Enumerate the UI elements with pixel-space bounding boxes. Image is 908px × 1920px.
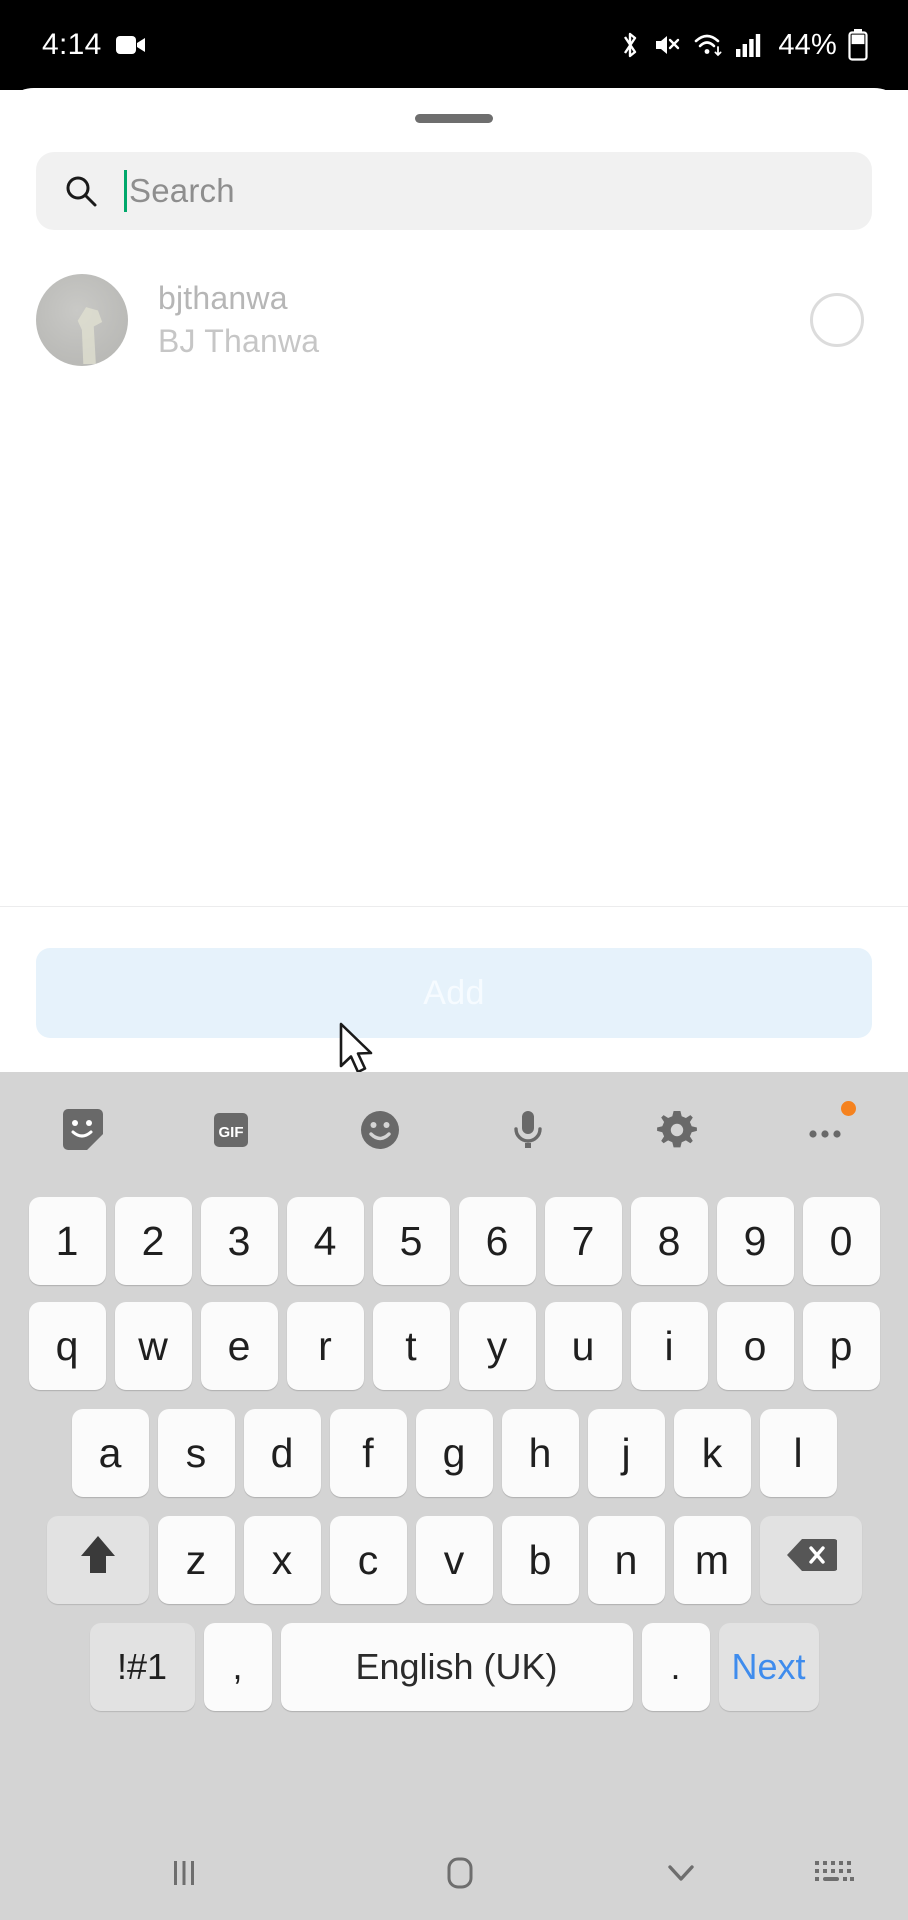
keyboard-row-numbers: 1 2 3 4 5 6 7 8 9 0 bbox=[0, 1194, 908, 1288]
video-camera-icon bbox=[115, 34, 146, 56]
key-1[interactable]: 1 bbox=[28, 1197, 106, 1285]
virtual-keyboard: GIF 1 2 3 4 5 6 7 8 9 0 q w e r t y u i … bbox=[0, 1072, 908, 1830]
key-6[interactable]: 6 bbox=[458, 1197, 536, 1285]
key-o[interactable]: o bbox=[716, 1302, 794, 1390]
text-caret bbox=[124, 170, 127, 212]
contact-fullname: BJ Thanwa bbox=[158, 323, 320, 359]
key-7[interactable]: 7 bbox=[544, 1197, 622, 1285]
keyboard-switch-button[interactable] bbox=[812, 1856, 856, 1895]
keyboard-row-top: q w e r t y u i o p bbox=[0, 1297, 908, 1395]
keyboard-switch-icon bbox=[812, 1856, 856, 1895]
key-c[interactable]: c bbox=[329, 1516, 407, 1604]
search-input[interactable]: Search bbox=[36, 152, 872, 230]
gear-icon[interactable] bbox=[638, 1091, 716, 1169]
key-t[interactable]: t bbox=[372, 1302, 450, 1390]
emoji-icon[interactable] bbox=[341, 1091, 419, 1169]
select-checkbox[interactable] bbox=[810, 293, 864, 347]
period-key[interactable]: . bbox=[641, 1623, 710, 1711]
key-g[interactable]: g bbox=[415, 1409, 493, 1497]
backspace-key[interactable] bbox=[759, 1516, 862, 1604]
shift-icon bbox=[76, 1531, 120, 1589]
notification-badge bbox=[840, 1101, 856, 1116]
key-p[interactable]: p bbox=[802, 1302, 880, 1390]
contact-list-item[interactable]: bjthanwa BJ Thanwa bbox=[0, 260, 908, 380]
contact-texts: bjthanwa BJ Thanwa bbox=[158, 280, 319, 360]
key-q[interactable]: q bbox=[28, 1302, 106, 1390]
symbols-key[interactable]: !#1 bbox=[89, 1623, 195, 1711]
keyboard-row-home: a s d f g h j k l bbox=[0, 1404, 908, 1502]
dismiss-keyboard-button[interactable] bbox=[660, 1852, 702, 1899]
navigation-bar bbox=[0, 1830, 908, 1920]
key-j[interactable]: j bbox=[587, 1409, 665, 1497]
key-i[interactable]: i bbox=[630, 1302, 708, 1390]
microphone-icon[interactable] bbox=[489, 1091, 567, 1169]
key-5[interactable]: 5 bbox=[372, 1197, 450, 1285]
battery-icon bbox=[848, 29, 868, 61]
key-s[interactable]: s bbox=[157, 1409, 235, 1497]
add-button[interactable]: Add bbox=[36, 948, 872, 1038]
mouse-cursor bbox=[337, 1022, 377, 1078]
recents-button[interactable] bbox=[164, 1853, 204, 1898]
status-bar-right: 44% bbox=[618, 29, 868, 62]
add-button-label: Add bbox=[423, 973, 485, 1012]
battery-percentage: 44% bbox=[778, 28, 837, 61]
keyboard-toolbar: GIF bbox=[0, 1072, 908, 1188]
svg-text:GIF: GIF bbox=[219, 1124, 244, 1141]
wifi-icon bbox=[692, 31, 724, 59]
phone-screen: 4:14 44% Search bjthanwa BJ Thanwa Add G… bbox=[0, 0, 908, 1920]
key-u[interactable]: u bbox=[544, 1302, 622, 1390]
home-button[interactable] bbox=[438, 1851, 482, 1900]
status-bar-clock: 4:14 bbox=[42, 28, 102, 61]
key-y[interactable]: y bbox=[458, 1302, 536, 1390]
key-m[interactable]: m bbox=[673, 1516, 751, 1604]
key-8[interactable]: 8 bbox=[630, 1197, 708, 1285]
bluetooth-icon bbox=[618, 30, 642, 60]
contact-username: bjthanwa bbox=[158, 280, 288, 316]
chevron-down-icon bbox=[660, 1852, 702, 1899]
key-r[interactable]: r bbox=[286, 1302, 364, 1390]
avatar bbox=[36, 274, 128, 366]
key-4[interactable]: 4 bbox=[286, 1197, 364, 1285]
gif-icon[interactable]: GIF bbox=[192, 1091, 270, 1169]
status-bar-left: 4:14 bbox=[42, 28, 146, 62]
home-icon bbox=[438, 1851, 482, 1900]
key-z[interactable]: z bbox=[157, 1516, 235, 1604]
key-n[interactable]: n bbox=[587, 1516, 665, 1604]
key-x[interactable]: x bbox=[243, 1516, 321, 1604]
status-bar: 4:14 44% bbox=[0, 0, 908, 90]
key-a[interactable]: a bbox=[71, 1409, 149, 1497]
mute-icon bbox=[653, 31, 681, 59]
key-v[interactable]: v bbox=[415, 1516, 493, 1604]
key-l[interactable]: l bbox=[759, 1409, 837, 1497]
key-d[interactable]: d bbox=[243, 1409, 321, 1497]
keyboard-row-function: !#1 , English (UK) . Next bbox=[0, 1618, 908, 1716]
signal-icon bbox=[735, 32, 763, 58]
key-h[interactable]: h bbox=[501, 1409, 579, 1497]
key-e[interactable]: e bbox=[200, 1302, 278, 1390]
comma-key[interactable]: , bbox=[203, 1623, 272, 1711]
key-0[interactable]: 0 bbox=[802, 1197, 880, 1285]
key-3[interactable]: 3 bbox=[200, 1197, 278, 1285]
backspace-icon bbox=[785, 1536, 838, 1584]
more-options-icon[interactable] bbox=[786, 1091, 864, 1169]
footer-divider bbox=[0, 906, 908, 907]
shift-key[interactable] bbox=[46, 1516, 149, 1604]
enter-key[interactable]: Next bbox=[718, 1623, 819, 1711]
keyboard-row-bottom: z x c v b n m bbox=[0, 1511, 908, 1609]
space-key[interactable]: English (UK) bbox=[280, 1623, 633, 1711]
bottom-sheet: Search bjthanwa BJ Thanwa Add bbox=[0, 88, 908, 1072]
search-icon bbox=[64, 174, 98, 208]
search-placeholder: Search bbox=[129, 172, 235, 209]
key-b[interactable]: b bbox=[501, 1516, 579, 1604]
key-k[interactable]: k bbox=[673, 1409, 751, 1497]
key-f[interactable]: f bbox=[329, 1409, 407, 1497]
recents-icon bbox=[164, 1853, 204, 1898]
key-w[interactable]: w bbox=[114, 1302, 192, 1390]
sticker-icon[interactable] bbox=[44, 1091, 122, 1169]
sheet-drag-handle[interactable] bbox=[415, 114, 493, 123]
key-9[interactable]: 9 bbox=[716, 1197, 794, 1285]
key-2[interactable]: 2 bbox=[114, 1197, 192, 1285]
